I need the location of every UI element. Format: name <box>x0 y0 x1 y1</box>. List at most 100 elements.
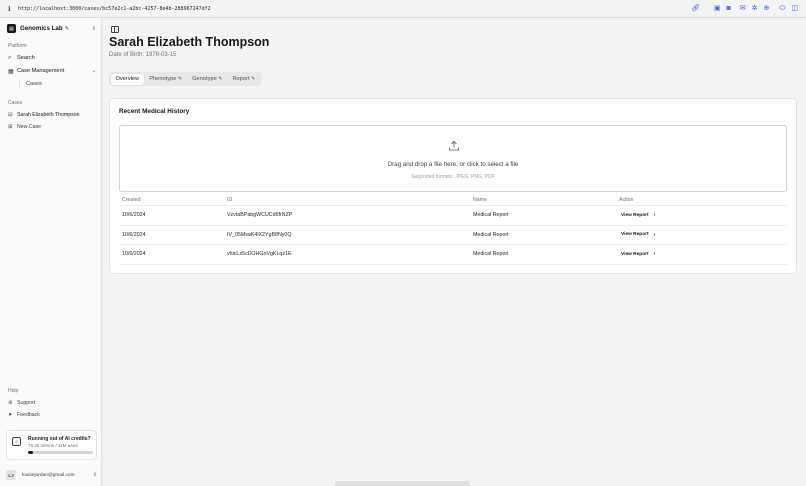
horizontal-scrollbar[interactable] <box>335 481 470 486</box>
tab-label: Report <box>232 76 250 82</box>
group-label-cases: Cases <box>8 100 23 106</box>
column-header: Created <box>122 197 141 203</box>
table-row: 10/6/2024 IV_05MsaK4lX2YgB8Ny0Q Medical … <box>119 226 787 245</box>
link-icon[interactable]: 🔗︎ <box>691 5 700 12</box>
view-report-label: View Report › <box>619 251 657 257</box>
page-title: Sarah Elizabeth Thompson <box>109 35 270 49</box>
tab-report[interactable]: Report ✎ <box>227 74 260 85</box>
view-report-button[interactable]: View Report › <box>619 206 657 225</box>
sidebar-toggle-icon[interactable] <box>111 26 119 33</box>
pencil-icon: ✎ <box>218 76 223 82</box>
cell-created: 10/6/2024 <box>122 251 146 258</box>
credits-usage: 79.2k tokens / 11M used <box>28 443 78 448</box>
team-logo-icon: ▤ <box>7 24 16 33</box>
tab-overview[interactable]: Overview <box>110 73 145 85</box>
pencil-icon[interactable]: ✎ <box>65 26 70 32</box>
pencil-icon: ✎ <box>177 76 183 82</box>
history-table: Created ID Name Action 10/6/2024 VzvtaBP… <box>119 195 787 265</box>
sidebar-item-search[interactable]: ⌕ Search <box>8 53 96 63</box>
sidebar-item-support[interactable]: ⊛ Support <box>8 398 35 407</box>
case-icon: ⊟ <box>8 111 13 118</box>
sidebar-item-label: Search <box>17 55 35 61</box>
new-case-label: New Case <box>17 123 41 130</box>
tab-list: Overview Phenotype ✎ Genotype ✎ Report ✎ <box>109 72 262 86</box>
plus-square-icon: ⊞ <box>8 123 13 130</box>
medical-history-card: Recent Medical History Drag and drop a f… <box>109 98 797 274</box>
sidebar: ▤ Genomics Lab ✎ ⇕ Platform ⌕ Search ▦ C… <box>0 18 102 486</box>
panel-icon[interactable]: ◫ <box>791 5 798 12</box>
ai-credits-card[interactable]: ≡ Running out of AI credits? 79.2k token… <box>6 430 97 460</box>
date-of-birth: Date of Birth: 1978-03-15 <box>109 52 177 58</box>
dropzone-hint: Supported formats: JPEG, PNG, PDF <box>411 174 495 180</box>
avatar: LJ <box>6 470 16 480</box>
sidebar-item-case-management[interactable]: ▦ Case Management ⌄ <box>8 66 96 76</box>
view-report-button[interactable]: View Report › <box>619 226 657 245</box>
camera-icon[interactable]: ▣ <box>714 5 721 12</box>
pencil-icon: ✎ <box>251 76 256 82</box>
sidebar-item-label: Case Management <box>17 68 65 74</box>
mail-icon[interactable]: ✉ <box>740 5 746 12</box>
view-report-label: View Report › <box>619 232 657 238</box>
view-report-button[interactable]: View Report › <box>619 245 657 264</box>
toggle-icon[interactable]: ⬭ <box>779 5 785 12</box>
file-dropzone[interactable]: Drag and drop a file here, or click to s… <box>119 125 787 192</box>
life-buoy-icon: ⊛ <box>8 399 13 406</box>
tab-phenotype[interactable]: Phenotype ✎ <box>144 74 187 85</box>
sidebar-case-label: Sarah Elizabeth Thompson <box>17 111 80 118</box>
sidebar-item-feedback[interactable]: ➤ Feedback <box>8 410 40 419</box>
main-content: Sarah Elizabeth Thompson Date of Birth: … <box>103 18 806 486</box>
chevrons-up-down-icon: ⇕ <box>92 472 97 478</box>
cell-created: 10/6/2024 <box>122 231 146 238</box>
credits-progress-fill <box>28 451 34 454</box>
cell-name: Medical Report <box>473 231 509 238</box>
view-report-label: View Report › <box>619 212 657 218</box>
credits-progress-bar <box>28 451 93 454</box>
dropzone-text: Drag and drop a file here, or click to s… <box>387 161 519 168</box>
table-row: 10/6/2024 vhicLs5cDOHGnVgKLqz1E Medical … <box>119 245 787 265</box>
cell-name: Medical Report <box>473 251 509 258</box>
cell-id: vhicLs5cDOHGnVgKLqz1E <box>227 251 292 258</box>
chevron-right-icon: › <box>653 231 656 238</box>
tab-label: Phenotype <box>149 76 177 82</box>
sidebar-subitem-cases[interactable]: Cases <box>19 80 42 88</box>
sidebar-case-item[interactable]: ⊟ Sarah Elizabeth Thompson <box>8 110 96 119</box>
chevron-right-icon: › <box>653 251 656 258</box>
sidebar-item-label: Support <box>17 399 36 406</box>
cell-name: Medical Report <box>473 212 509 219</box>
search-icon: ⌕ <box>8 54 12 61</box>
group-label-platform: Platform <box>8 43 27 49</box>
user-menu[interactable]: LJ louisejordan@gmail.com ⇕ <box>6 468 97 482</box>
table-header-row: Created ID Name Action <box>119 195 787 206</box>
new-case-button[interactable]: ⊞ New Case <box>8 122 41 131</box>
action-text: View Report <box>621 232 649 238</box>
info-icon[interactable]: ℹ <box>8 5 18 13</box>
action-text: View Report <box>621 251 649 257</box>
address-bar[interactable]: http://localhost:3000/cases/bc57e2c1-a2b… <box>18 6 685 12</box>
settings-icon[interactable]: ✲ <box>752 5 758 12</box>
database-icon: ≡ <box>12 437 21 446</box>
group-label-help: Help <box>8 388 19 394</box>
action-text: View Report <box>621 212 649 218</box>
column-header: ID <box>227 197 233 203</box>
tab-label: Genotype <box>192 76 217 82</box>
browser-bar: ℹ http://localhost:3000/cases/bc57e2c1-a… <box>0 0 806 18</box>
cell-created: 10/6/2024 <box>122 212 146 219</box>
team-switcher[interactable]: ▤ Genomics Lab ✎ ⇕ <box>7 21 96 36</box>
briefcase-icon: ▦ <box>8 68 14 75</box>
target-icon[interactable]: ⊕ <box>764 5 770 12</box>
tab-genotype[interactable]: Genotype ✎ <box>187 74 227 85</box>
credits-title: Running out of AI credits? <box>28 436 91 442</box>
tab-label: Overview <box>115 76 140 82</box>
user-email: louisejordan@gmail.com <box>22 472 75 478</box>
team-name: Genomics Lab <box>20 25 63 32</box>
column-header: Name <box>473 197 487 203</box>
upload-icon <box>449 140 459 151</box>
chevron-right-icon: › <box>653 212 656 219</box>
chevrons-up-down-icon: ⇕ <box>91 25 96 32</box>
screenshot-icon[interactable]: ◙ <box>727 5 731 12</box>
browser-toolbar: 🔗︎ ▣ ◙ ✉ ✲ ⊕ ⬭ ◫ <box>685 5 798 12</box>
chevron-down-icon: ⌄ <box>91 68 96 74</box>
cell-id: VzvtaBPabgWCUCd6frNZP <box>227 212 293 219</box>
send-icon: ➤ <box>8 411 13 418</box>
card-title: Recent Medical History <box>119 108 190 115</box>
